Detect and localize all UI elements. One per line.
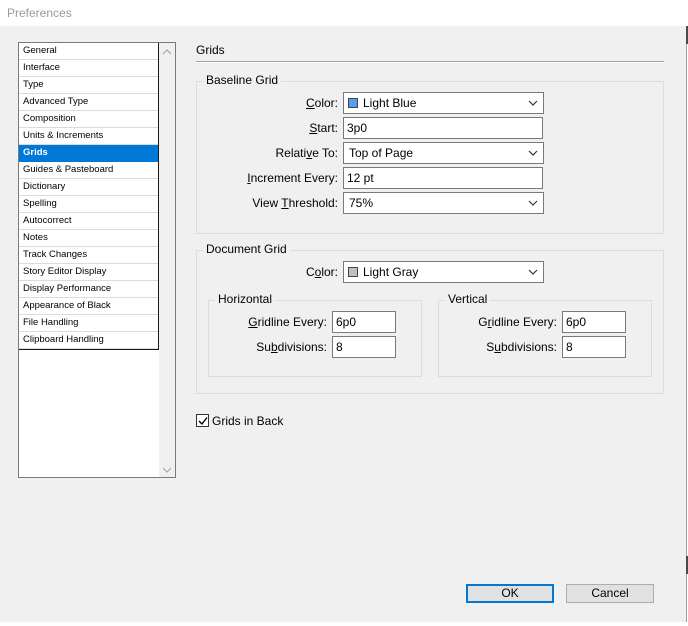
baseline-threshold-dropdown[interactable]: 75%: [343, 192, 544, 214]
sidebar-item-appearance-of-black[interactable]: Appearance of Black: [19, 298, 158, 315]
ok-button[interactable]: OK: [466, 584, 554, 603]
cancel-button[interactable]: Cancel: [566, 584, 654, 603]
baseline-start-field[interactable]: [343, 117, 543, 139]
sidebar-item-file-handling[interactable]: File Handling: [19, 315, 158, 332]
vertical-gridline-input[interactable]: [566, 315, 620, 329]
color-swatch-icon: [348, 267, 358, 277]
chevron-down-icon: [528, 100, 538, 106]
window-title: Preferences: [7, 6, 72, 20]
chevron-down-icon: [528, 150, 538, 156]
sidebar-item-composition[interactable]: Composition: [19, 111, 158, 128]
baseline-grid-legend: Baseline Grid: [203, 73, 282, 87]
document-color-dropdown[interactable]: Light Gray: [343, 261, 544, 283]
sidebar-item-units-increments[interactable]: Units & Increments: [19, 128, 158, 145]
sidebar-item-autocorrect[interactable]: Autocorrect: [19, 213, 158, 230]
sidebar-item-guides-pasteboard[interactable]: Guides & Pasteboard: [19, 162, 158, 179]
vertical-subdivisions-field[interactable]: [562, 336, 626, 358]
sidebar-item-display-performance[interactable]: Display Performance: [19, 281, 158, 298]
chevron-down-icon: [528, 200, 538, 206]
document-color-label: Color:: [305, 265, 338, 279]
page-title: Grids: [196, 43, 225, 57]
checkmark-icon: [198, 417, 208, 426]
horizontal-gridline-label: Gridline Every:: [248, 315, 327, 329]
sidebar-item-interface[interactable]: Interface: [19, 60, 158, 77]
horizontal-legend: Horizontal: [215, 292, 276, 306]
sidebar-item-grids[interactable]: Grids: [19, 145, 158, 162]
sidebar-item-type[interactable]: Type: [19, 77, 158, 94]
baseline-relative-to-dropdown[interactable]: Top of Page: [343, 142, 544, 164]
vertical-gridline-field[interactable]: [562, 311, 626, 333]
horizontal-subdivisions-label: Subdivisions:: [256, 340, 327, 354]
horizontal-subdivisions-field[interactable]: [332, 336, 396, 358]
baseline-relative-to-label: Relative To:: [275, 146, 339, 160]
sidebar-item-story-editor-display[interactable]: Story Editor Display: [19, 264, 158, 281]
grids-in-back-checkbox[interactable]: [196, 414, 209, 427]
document-grid-legend: Document Grid: [203, 242, 290, 256]
scroll-up-icon[interactable]: [162, 47, 172, 57]
sidebar-item-spelling[interactable]: Spelling: [19, 196, 158, 213]
grids-in-back-label[interactable]: Grids in Back: [212, 414, 283, 428]
vertical-subdivisions-input[interactable]: [566, 340, 620, 354]
sidebar-item-advanced-type[interactable]: Advanced Type: [19, 94, 158, 111]
title-bar: Preferences: [0, 0, 688, 26]
sidebar-item-dictionary[interactable]: Dictionary: [19, 179, 158, 196]
baseline-color-dropdown[interactable]: Light Blue: [343, 92, 544, 114]
baseline-start-input[interactable]: [347, 121, 537, 135]
chevron-down-icon: [528, 269, 538, 275]
section-divider: [196, 61, 664, 63]
vertical-subdivisions-label: Subdivisions:: [486, 340, 557, 354]
baseline-color-label: Color:: [305, 96, 338, 110]
baseline-threshold-label: View Threshold:: [252, 196, 338, 210]
category-list-scrollbar[interactable]: [159, 43, 175, 477]
sidebar-item-general[interactable]: General: [19, 43, 158, 60]
horizontal-gridline-input[interactable]: [336, 315, 390, 329]
horizontal-gridline-field[interactable]: [332, 311, 396, 333]
sidebar-item-track-changes[interactable]: Track Changes: [19, 247, 158, 264]
preferences-category-list[interactable]: General Interface Type Advanced Type Composi…: [18, 42, 176, 478]
vertical-legend: Vertical: [445, 292, 491, 306]
category-list-items: General Interface Type Advanced Type Composi…: [19, 43, 159, 350]
baseline-increment-input[interactable]: [347, 171, 537, 185]
dialog-bottom-edge: [0, 622, 688, 626]
baseline-increment-label: Increment Every:: [247, 171, 338, 185]
sidebar-item-notes[interactable]: Notes: [19, 230, 158, 247]
scroll-down-icon[interactable]: [162, 465, 172, 475]
baseline-increment-field[interactable]: [343, 167, 543, 189]
color-swatch-icon: [348, 98, 358, 108]
sidebar-item-clipboard-handling[interactable]: Clipboard Handling: [19, 332, 158, 349]
vertical-gridline-label: Gridline Every:: [478, 315, 557, 329]
horizontal-subdivisions-input[interactable]: [336, 340, 390, 354]
baseline-start-label: Start:: [309, 121, 338, 135]
